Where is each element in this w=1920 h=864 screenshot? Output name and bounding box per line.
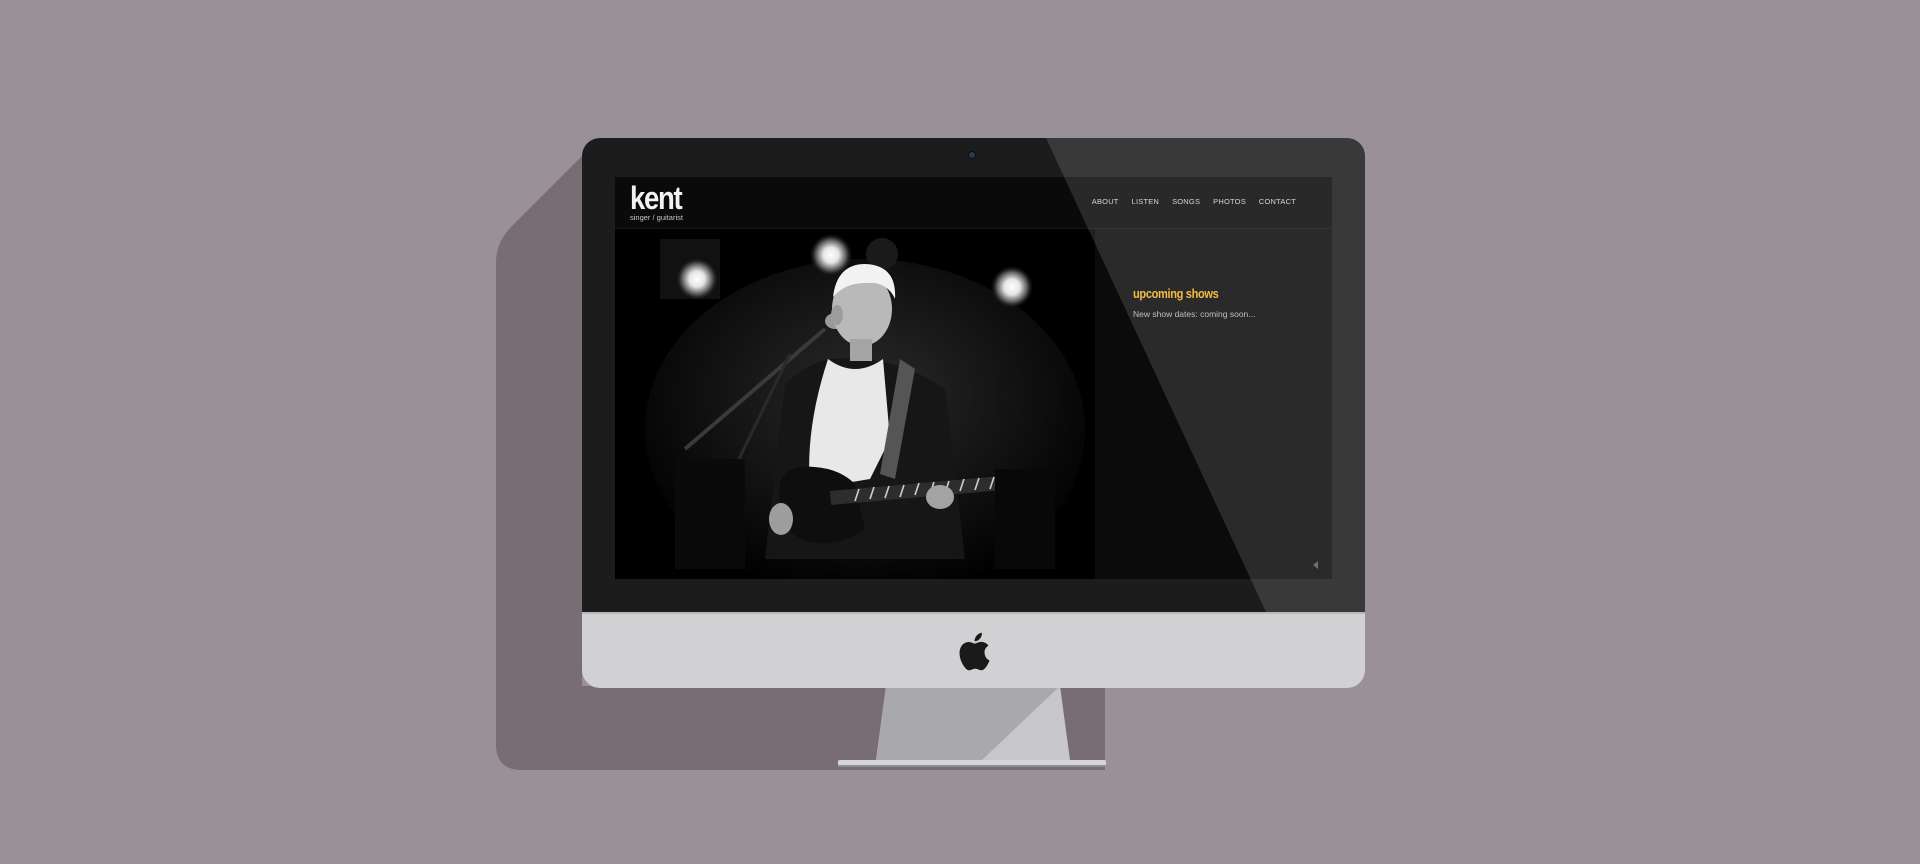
nav-item-about[interactable]: ABOUT bbox=[1092, 197, 1119, 206]
nav-item-photos[interactable]: PHOTOS bbox=[1213, 197, 1246, 206]
monitor-chin bbox=[582, 612, 1365, 688]
stage-light bbox=[675, 257, 719, 301]
imac-monitor: kent singer / guitarist ABOUT LISTEN SON… bbox=[582, 138, 1365, 688]
upcoming-shows-heading: upcoming shows bbox=[1133, 286, 1219, 301]
main-nav: ABOUT LISTEN SONGS PHOTOS CONTACT bbox=[1092, 197, 1296, 206]
left-triangle-icon[interactable] bbox=[1313, 561, 1318, 569]
nav-item-contact[interactable]: CONTACT bbox=[1259, 197, 1296, 206]
stage-light bbox=[990, 265, 1034, 309]
nav-item-songs[interactable]: SONGS bbox=[1172, 197, 1200, 206]
upcoming-shows-panel: upcoming shows New show dates: coming so… bbox=[1095, 229, 1332, 579]
site-logo[interactable]: kent bbox=[630, 181, 683, 215]
camera-dot-icon bbox=[969, 152, 975, 158]
hero-photo bbox=[615, 229, 1095, 579]
monitor-bezel: kent singer / guitarist ABOUT LISTEN SON… bbox=[582, 138, 1365, 612]
site-tagline: singer / guitarist bbox=[630, 213, 683, 222]
site-header: kent singer / guitarist ABOUT LISTEN SON… bbox=[615, 177, 1332, 229]
nav-item-listen[interactable]: LISTEN bbox=[1132, 197, 1159, 206]
apple-logo-icon bbox=[959, 632, 990, 671]
upcoming-shows-text: New show dates: coming soon... bbox=[1133, 309, 1256, 319]
monitor-screen: kent singer / guitarist ABOUT LISTEN SON… bbox=[615, 177, 1332, 579]
